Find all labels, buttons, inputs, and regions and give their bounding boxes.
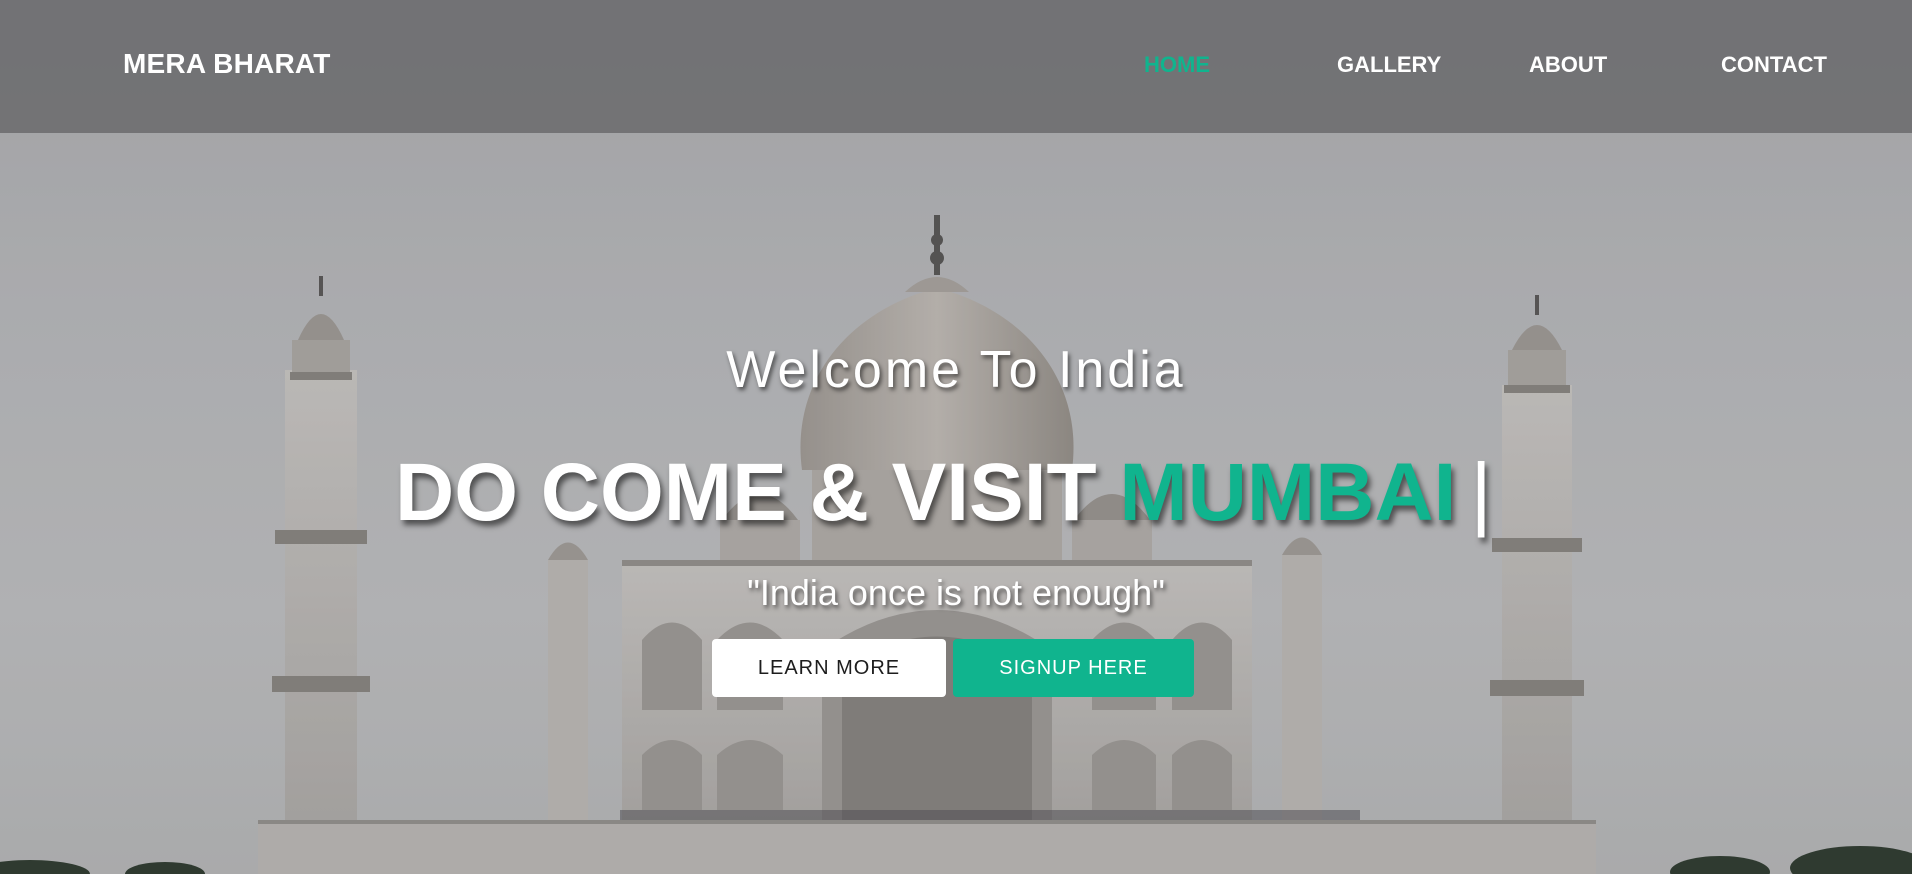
nav-home-link[interactable]: HOME [1144, 52, 1210, 78]
nav-about-link[interactable]: ABOUT [1529, 52, 1607, 78]
welcome-heading: Welcome To India [726, 341, 1186, 399]
nav-gallery-link[interactable]: GALLERY [1337, 52, 1441, 78]
hero-quote: "India once is not enough" [747, 572, 1165, 613]
top-navbar: MERA BHARAT HOME GALLERY ABOUT CONTACT [0, 0, 1912, 133]
learn-more-button[interactable]: LEARN MORE [712, 639, 946, 697]
headline-highlight: MUMBAI [1119, 447, 1457, 538]
headline-prefix: DO COME & VISIT [395, 447, 1097, 538]
brand-logo[interactable]: MERA BHARAT [123, 48, 331, 80]
hero-headline: DO COME & VISIT MUMBAI | [395, 446, 1492, 540]
nav-contact-link[interactable]: CONTACT [1721, 52, 1827, 78]
typing-cursor: | [1470, 447, 1492, 538]
signup-button[interactable]: SIGNUP HERE [953, 639, 1194, 697]
